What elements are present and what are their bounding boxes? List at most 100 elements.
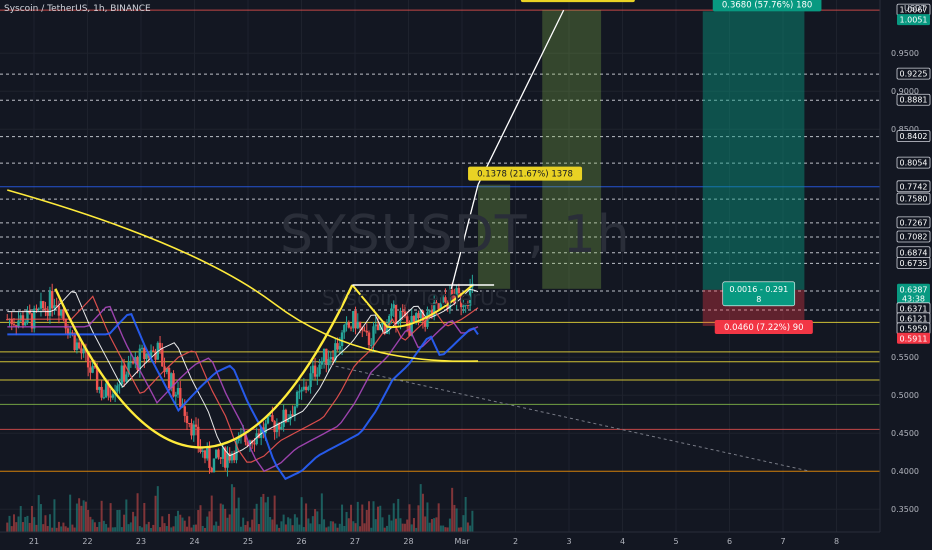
price-tick: 0.5000 (891, 391, 919, 400)
time-tick: Mar (454, 537, 470, 546)
candle-body (347, 322, 350, 328)
volume-bar (377, 506, 380, 532)
volume-bar (51, 527, 54, 532)
volume-bar (365, 509, 368, 532)
volume-bar (230, 484, 233, 532)
volume-bar (174, 516, 177, 532)
volume-bar (39, 504, 42, 532)
volume-bar (325, 527, 328, 532)
volume-bar (275, 524, 278, 532)
candle-body (206, 447, 209, 459)
volume-bar (53, 499, 56, 532)
candle-body (183, 406, 186, 416)
volume-bar (143, 502, 146, 532)
volume-bar (206, 516, 209, 532)
volume-bar (192, 524, 195, 532)
time-tick: 22 (82, 537, 92, 546)
time-tick: 25 (243, 537, 253, 546)
position-info-label: 0.0016 - 0.2918 (722, 281, 796, 307)
price-label-text: 0.7742 (900, 182, 928, 191)
volume-bar (262, 493, 265, 532)
volume-bar (273, 495, 276, 532)
price-label-line: 0.6874 (896, 246, 931, 259)
candle-body (71, 332, 74, 334)
volume-bar (287, 517, 290, 532)
volume-bar (35, 524, 38, 532)
volume-bar (296, 517, 299, 532)
candle-body (161, 348, 164, 367)
volume-bar (98, 521, 101, 532)
stop-label: 0.0460 (7.22%) 90 (714, 319, 813, 334)
candle-body (329, 357, 333, 360)
volume-bar (408, 504, 411, 532)
candle-body (226, 453, 229, 468)
volume-bar (17, 516, 20, 532)
price-label-line: 0.8054 (896, 156, 931, 169)
volume-bar (8, 515, 11, 532)
volume-bar (293, 514, 296, 532)
volume-bar (219, 503, 222, 532)
volume-bar (269, 517, 272, 532)
time-tick: 7 (780, 537, 785, 546)
volume-bar (433, 518, 436, 532)
price-label-line: 0.7267 (896, 216, 931, 229)
volume-bar (123, 514, 126, 532)
volume-bar (428, 522, 431, 532)
volume-bar (244, 524, 247, 532)
volume-bar (345, 511, 348, 532)
candle-body (372, 326, 375, 345)
volume-bar (210, 495, 213, 532)
price-label-text: 0.6371 (900, 304, 928, 313)
volume-bar (170, 527, 173, 532)
price-tick: 0.3500 (891, 505, 919, 514)
candle-body (313, 365, 317, 377)
volume-bar (266, 496, 269, 532)
volume-bar (141, 527, 144, 532)
volume-bar (239, 526, 242, 532)
candle-body (401, 310, 404, 312)
volume-bar (114, 527, 117, 532)
volume-bar (350, 504, 353, 532)
candle-body (48, 291, 52, 316)
candle-body (80, 348, 83, 354)
volume-bar (246, 521, 249, 532)
candle-body (212, 458, 216, 473)
candle-body (370, 344, 373, 346)
candle-body (253, 443, 256, 445)
volume-bar (257, 524, 260, 532)
candle-body (318, 364, 321, 375)
volume-bar (305, 503, 308, 532)
volume-bar (199, 505, 202, 532)
candle-body (340, 332, 344, 346)
volume-bar (332, 521, 335, 532)
volume-bar (446, 527, 449, 532)
candle-body (412, 316, 416, 322)
candle-body (98, 386, 101, 390)
volume-bar (466, 522, 469, 532)
volume-bar (33, 517, 36, 532)
volume-bar (235, 508, 238, 532)
candle-body (62, 310, 65, 319)
time-tick: 2 (513, 537, 518, 546)
volume-bar (352, 521, 355, 532)
candle-body (295, 391, 299, 407)
volume-bar (203, 527, 206, 532)
candle-body (95, 367, 99, 390)
volume-bar (307, 518, 310, 532)
price-tick: 0.4000 (891, 467, 919, 476)
volume-bar (417, 505, 420, 532)
volume-bar (397, 498, 400, 532)
candle-body (152, 350, 155, 352)
measured-move-2-label-text: 0.3716 (58.54%) 3716 (530, 0, 626, 1)
candle-body (210, 468, 213, 473)
price-tick: 0.9500 (891, 49, 919, 58)
volume-bar (69, 494, 72, 532)
candle-body (138, 348, 142, 370)
volume-bar (197, 510, 200, 532)
price-axis: 0.35000.40000.45000.50000.55000.85000.90… (879, 0, 932, 550)
candle-body (197, 426, 200, 447)
price-label-text: 43:38 (902, 294, 925, 303)
volume-bar (163, 523, 166, 532)
price-chart[interactable]: 0.1378 (21.67%) 1378 0.3716 (58.54%) 3716… (0, 0, 932, 550)
volume-bar (224, 508, 227, 532)
